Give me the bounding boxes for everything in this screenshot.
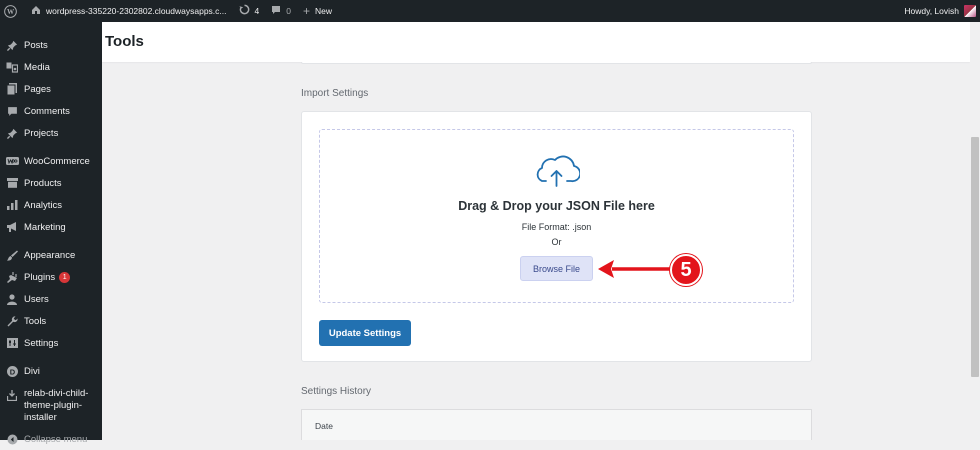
- pages-icon: [5, 83, 19, 95]
- plugin-installer-icon: [5, 390, 19, 401]
- brush-icon: [5, 250, 19, 261]
- label-line: relab-divi-child-: [24, 388, 89, 399]
- plus-icon: +: [302, 4, 310, 18]
- media-icon: [5, 62, 19, 73]
- step-number-badge: 5: [670, 254, 702, 286]
- pin-icon: [5, 128, 19, 139]
- pin-icon: [5, 40, 19, 51]
- sidebar-item-label: relab-divi-child- theme-plugin- installe…: [24, 388, 88, 424]
- new-content-link[interactable]: + New: [297, 0, 338, 22]
- cloud-upload-icon: [536, 155, 580, 187]
- file-format-text: File Format: .json: [521, 222, 592, 232]
- sidebar-item-label: Tools: [24, 315, 47, 327]
- collapse-icon: [5, 434, 19, 445]
- sidebar-item-label: Settings: [24, 337, 59, 349]
- howdy-text: Howdy, Lovish: [904, 6, 959, 16]
- sidebar-item-label: Appearance: [24, 249, 76, 261]
- home-icon: [31, 5, 41, 18]
- sidebar-item-comments[interactable]: Comments: [0, 100, 102, 122]
- column-header-date[interactable]: Date: [315, 421, 333, 431]
- sidebar-item-pages[interactable]: Pages: [0, 78, 102, 100]
- svg-text:D: D: [9, 367, 15, 376]
- megaphone-icon: [5, 222, 19, 232]
- comments-link[interactable]: 0: [265, 0, 297, 22]
- sidebar-item-label: Users: [24, 293, 49, 305]
- update-settings-button[interactable]: Update Settings: [319, 320, 411, 346]
- sidebar-item-label: Collapse menu: [24, 433, 88, 445]
- plug-icon: [5, 271, 19, 283]
- page-title: Tools: [105, 33, 144, 50]
- sidebar-item-tools[interactable]: Tools: [0, 310, 102, 332]
- browse-file-button[interactable]: Browse File: [520, 256, 593, 281]
- sidebar-item-label: Marketing: [24, 221, 66, 233]
- sidebar-item-posts[interactable]: Posts: [0, 34, 102, 56]
- updates-icon: [238, 4, 250, 18]
- import-section-label: Import Settings: [301, 88, 369, 99]
- my-account-link[interactable]: Howdy, Lovish: [904, 5, 980, 17]
- admin-bar: W wordpress-335220-2302802.cloudwaysapps…: [0, 0, 980, 22]
- user-icon: [5, 293, 19, 305]
- page-header: Tools: [102, 22, 970, 62]
- page-scrollbar[interactable]: [970, 22, 980, 440]
- divi-icon: D: [5, 365, 19, 377]
- comment-bubble-icon: [271, 5, 281, 18]
- dropzone-title: Drag & Drop your JSON File here: [458, 199, 655, 213]
- history-table-header: Date: [301, 409, 812, 440]
- svg-text:W: W: [7, 8, 15, 16]
- sidebar-item-appearance[interactable]: Appearance: [0, 244, 102, 266]
- settings-icon: [5, 338, 19, 348]
- sidebar-item-label: Comments: [24, 105, 70, 117]
- archive-icon: [5, 178, 19, 188]
- updates-count: 4: [254, 6, 260, 16]
- updates-link[interactable]: 4: [233, 0, 266, 22]
- site-name-link[interactable]: wordpress-335220-2302802.cloudwaysapps.c…: [25, 0, 233, 22]
- sidebar-item-analytics[interactable]: Analytics: [0, 194, 102, 216]
- sidebar-item-label: WooCommerce: [24, 155, 90, 167]
- sidebar-item-relab-installer[interactable]: relab-divi-child- theme-plugin- installe…: [0, 388, 102, 432]
- sidebar-item-label: Products: [24, 177, 62, 189]
- sidebar-item-media[interactable]: Media: [0, 56, 102, 78]
- new-label: New: [315, 6, 333, 16]
- sidebar-item-settings[interactable]: Settings: [0, 332, 102, 354]
- comment-icon: [5, 106, 19, 117]
- plugins-update-badge: 1: [59, 271, 71, 283]
- wrench-icon: [5, 315, 19, 327]
- sidebar-item-marketing[interactable]: Marketing: [0, 216, 102, 238]
- sidebar-item-label: Projects: [24, 127, 59, 139]
- sidebar-item-woocommerce[interactable]: WooCommerce: [0, 150, 102, 172]
- sidebar-item-products[interactable]: Products: [0, 172, 102, 194]
- sidebar-item-label: Plugins: [24, 271, 56, 283]
- avatar: [964, 5, 976, 17]
- admin-sidebar: Posts Media Pages Comments Projects WooC…: [0, 22, 102, 445]
- label-line: installer: [24, 412, 57, 423]
- scrollbar-thumb[interactable]: [971, 137, 979, 377]
- sidebar-item-label: Media: [24, 61, 50, 73]
- wordpress-logo-icon[interactable]: W: [0, 0, 25, 22]
- collapse-menu-button[interactable]: Collapse menu: [0, 428, 102, 450]
- comments-count: 0: [286, 6, 291, 16]
- sidebar-item-label: Divi: [24, 365, 40, 377]
- woo-icon: [5, 156, 19, 166]
- label-line: theme-plugin-: [24, 400, 83, 411]
- sidebar-item-divi[interactable]: D Divi: [0, 360, 102, 382]
- history-section-label: Settings History: [301, 386, 372, 397]
- sidebar-item-projects[interactable]: Projects: [0, 122, 102, 144]
- bar-chart-icon: [5, 200, 19, 210]
- sidebar-item-label: Pages: [24, 83, 51, 95]
- previous-card: [301, 62, 812, 64]
- sidebar-item-label: Posts: [24, 39, 48, 51]
- sidebar-item-label: Analytics: [24, 199, 63, 211]
- annotation-arrow-icon: [598, 260, 670, 278]
- sidebar-item-plugins[interactable]: Plugins 1: [0, 266, 102, 288]
- site-name: wordpress-335220-2302802.cloudwaysapps.c…: [46, 6, 227, 16]
- sidebar-item-users[interactable]: Users: [0, 288, 102, 310]
- or-text: Or: [551, 237, 562, 247]
